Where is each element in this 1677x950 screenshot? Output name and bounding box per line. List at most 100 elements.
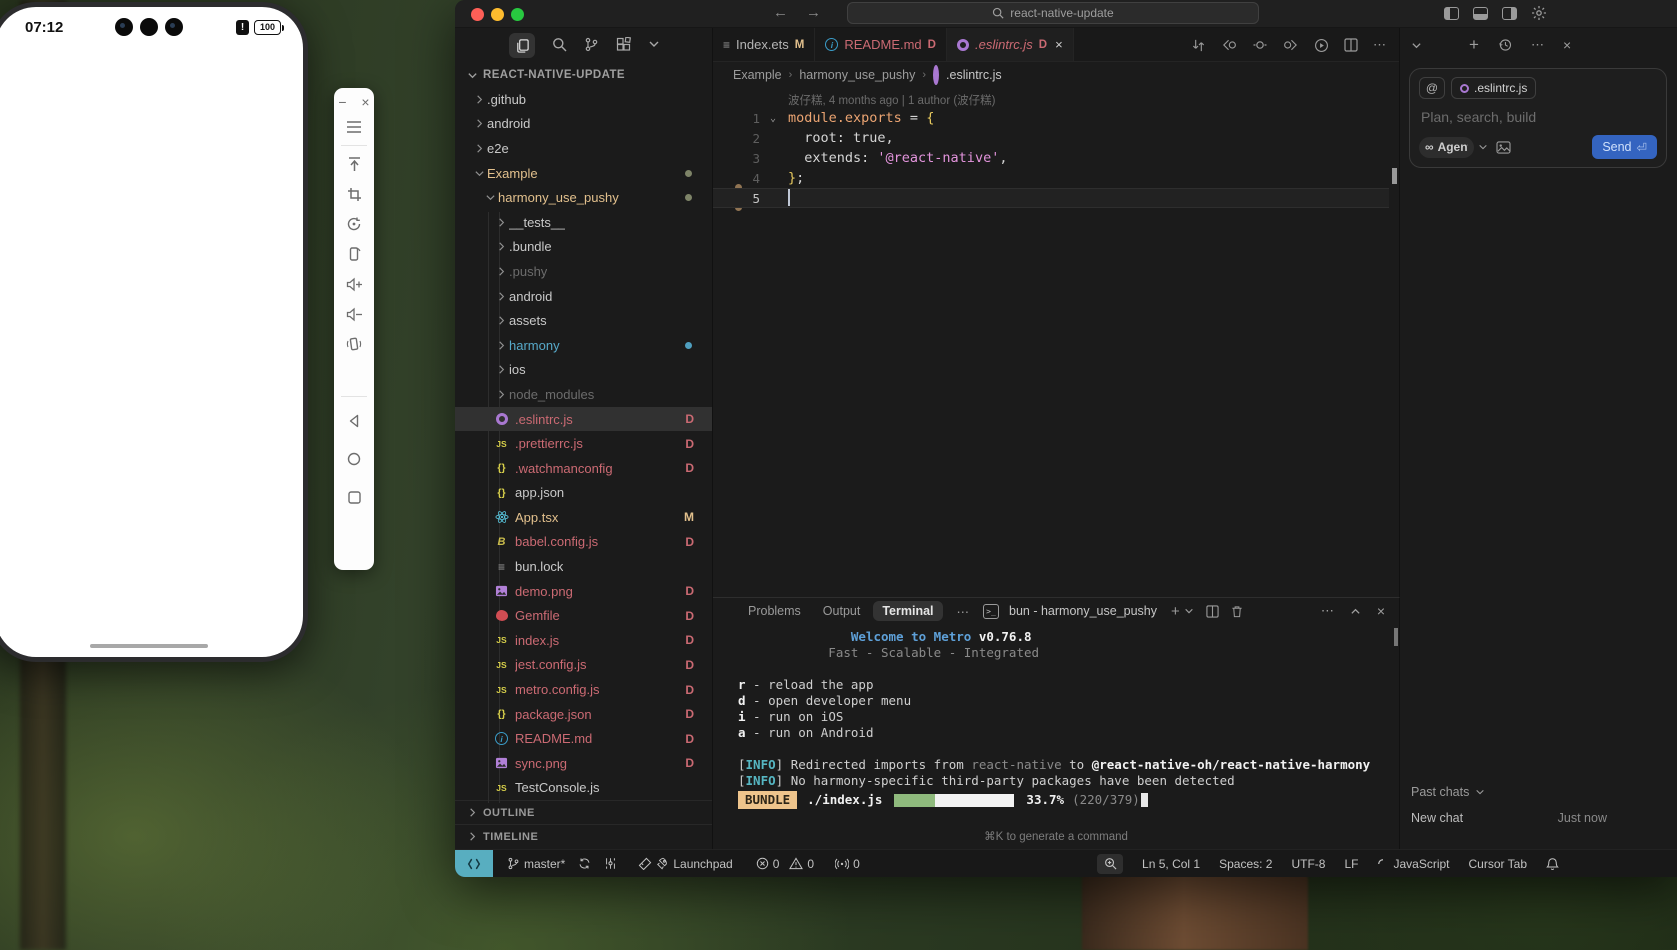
tree-folder-android[interactable]: android [455,284,712,309]
tree-folder-ios[interactable]: ios [455,358,712,383]
chat-input-box[interactable]: @ .eslintrc.js Plan, search, build ∞ Age… [1409,68,1667,168]
eol-item[interactable]: LF [1344,857,1358,871]
code-line-3[interactable]: 3 extends: '@react-native', [713,148,1389,168]
language-mode-item[interactable]: JavaScript [1377,857,1449,871]
sidebar-section-outline[interactable]: OUTLINE [455,800,712,824]
editor-tab-README.md[interactable]: iREADME.mdD [815,28,947,61]
launchpad-item[interactable]: Launchpad [638,857,732,871]
send-button[interactable]: Send ⏎ [1592,135,1657,159]
ports-item[interactable]: 0 [835,857,860,871]
shake-device-icon[interactable] [341,329,367,359]
emulator-screen[interactable]: 07:12 ! 100 [0,7,303,657]
zoom-indicator[interactable] [1097,854,1123,874]
rotate-ccw-icon[interactable] [341,209,367,239]
terminal-session-label[interactable]: bun - harmony_use_pushy [1009,604,1157,618]
kill-terminal-icon[interactable] [1231,605,1243,618]
editor-tab-Index.ets[interactable]: ≡Index.etsM [713,28,815,61]
tree-file-bun.lock[interactable]: ≡bun.lock [455,554,712,579]
tree-file-.watchmanconfig[interactable]: {}.watchmanconfigD [455,456,712,481]
git-branch-item[interactable]: master* [507,857,565,871]
toggle-panel-icon[interactable] [1473,7,1488,20]
fold-icon[interactable]: ⌄ [764,113,782,124]
breadcrumb-item[interactable]: .eslintrc.js [946,68,1002,82]
previous-change-icon[interactable] [1221,38,1238,52]
agent-mode-selector[interactable]: ∞ Agent [1419,137,1474,158]
nav-recents-icon[interactable] [341,482,367,512]
tree-file-demo.png[interactable]: demo.pngD [455,579,712,604]
tree-folder-.bundle[interactable]: .bundle [455,235,712,260]
explorer-root-header[interactable]: REACT-NATIVE-UPDATE [455,63,712,87]
chevron-down-icon[interactable] [648,38,660,53]
past-chats-header[interactable]: Past chats [1411,785,1485,799]
maximize-panel-icon[interactable] [1350,606,1361,617]
terminal-output[interactable]: Welcome to Metro v0.76.8 Fast - Scalable… [713,629,1399,809]
tree-folder-android[interactable]: android [455,112,712,137]
tree-folder-assets[interactable]: assets [455,308,712,333]
nav-back-icon[interactable] [341,406,367,436]
run-file-icon[interactable] [1314,38,1329,53]
tune-icon[interactable] [604,857,617,870]
breadcrumb-item[interactable]: harmony_use_pushy [799,68,915,82]
split-editor-icon[interactable] [1344,38,1358,52]
nav-home-icon[interactable] [341,444,367,474]
next-change-icon[interactable] [1282,38,1299,52]
split-terminal-icon[interactable] [1206,605,1219,618]
tree-folder-e2e[interactable]: e2e [455,136,712,161]
upload-icon[interactable] [341,149,367,179]
editor-scrollbar[interactable] [1392,168,1397,184]
tree-file-jest.config.js[interactable]: JSjest.config.jsD [455,653,712,678]
toggle-secondary-sidebar-icon[interactable] [1502,7,1517,20]
tree-folder-.github[interactable]: .github [455,87,712,112]
code-line-5[interactable]: 5 [713,188,1389,208]
editor-tab-.eslintrc.js[interactable]: .eslintrc.jsD× [947,28,1074,61]
menu-icon[interactable] [341,112,367,142]
close-tab-icon[interactable]: × [1055,37,1063,52]
tree-file-.eslintrc.js[interactable]: .eslintrc.jsD [455,407,712,432]
panel-tab-terminal[interactable]: Terminal [873,601,942,621]
explorer-view-icon[interactable] [509,33,535,58]
command-center-search[interactable]: react-native-update [847,2,1259,24]
breadcrumb-item[interactable]: Example [733,68,782,82]
history-back-icon[interactable]: ← [773,4,788,21]
bell-icon[interactable] [1546,857,1559,871]
minimize-icon[interactable]: − [336,94,350,110]
code-line-4[interactable]: 4}; [713,168,1389,188]
attach-image-icon[interactable] [1496,141,1511,154]
minimize-window-button[interactable] [491,8,504,21]
tree-file-sync.png[interactable]: sync.pngD [455,751,712,776]
cursor-tab-item[interactable]: Cursor Tab [1469,857,1527,871]
tree-file-README.md[interactable]: iREADME.mdD [455,726,712,751]
chat-more-icon[interactable]: ⋯ [1531,37,1544,53]
new-terminal-icon[interactable]: + [1171,603,1180,620]
history-icon[interactable] [1498,38,1512,52]
more-actions-icon[interactable]: ⋯ [1373,37,1387,53]
volume-up-icon[interactable] [341,269,367,299]
close-icon[interactable]: × [359,94,373,110]
new-chat-icon[interactable]: + [1469,35,1479,55]
code-line-1[interactable]: 1⌄module.exports = { [713,108,1389,128]
tree-file-Gemfile[interactable]: GemfileD [455,603,712,628]
tree-file-App.tsx[interactable]: App.tsxM [455,505,712,530]
tree-folder-.pushy[interactable]: .pushy [455,259,712,284]
cursor-position-item[interactable]: Ln 5, Col 1 [1142,857,1200,871]
remote-indicator[interactable] [455,850,493,877]
terminal-scrollbar[interactable] [1394,628,1398,646]
tree-folder-harmony_use_pushy[interactable]: harmony_use_pushy [455,185,712,210]
encoding-item[interactable]: UTF-8 [1291,857,1325,871]
terminal-dropdown-icon[interactable] [1184,606,1194,616]
tree-folder-node_modules[interactable]: node_modules [455,382,712,407]
tree-file-.prettierrc.js[interactable]: JS.prettierrc.jsD [455,431,712,456]
code-editor[interactable]: 波仔糕, 4 months ago | 1 author (波仔糕) 1⌄mod… [713,88,1399,597]
current-change-icon[interactable] [1253,38,1267,52]
tree-folder-harmony[interactable]: harmony [455,333,712,358]
toggle-sidebar-icon[interactable] [1444,7,1459,20]
home-indicator[interactable] [90,644,208,648]
panel-tab-output[interactable]: Output [814,601,870,621]
rotate-screen-icon[interactable] [341,239,367,269]
tree-file-TestConsole.js[interactable]: JSTestConsole.js [455,776,712,801]
add-context-button[interactable]: @ [1419,77,1445,99]
past-chat-item[interactable]: New chat Just now [1411,811,1607,825]
code-line-2[interactable]: 2 root: true, [713,128,1389,148]
extensions-view-icon[interactable] [616,37,631,55]
search-view-icon[interactable] [552,37,567,55]
